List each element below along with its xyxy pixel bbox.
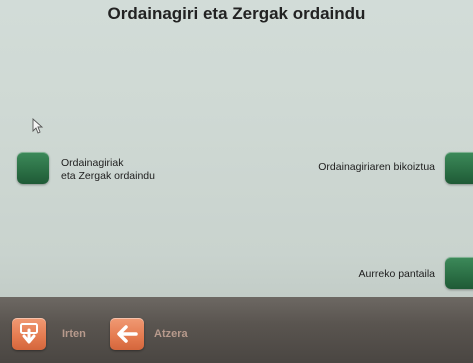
pay-receipts-label-line2: eta Zergak ordaindu [61,170,155,182]
receipt-duplicate-button[interactable] [445,152,473,184]
page-title: Ordainagiri eta Zergak ordaindu [107,4,366,23]
back-label: Atzera [154,328,188,340]
receipt-duplicate-label: Ordainagiriaren bikoiztua [318,161,435,173]
previous-screen-button[interactable] [445,257,473,289]
exit-arrow-down-icon [20,323,38,344]
exit-label: Irten [62,328,86,340]
back-button[interactable] [110,318,144,350]
previous-screen-label: Aurreko pantaila [358,268,435,280]
mouse-cursor-icon [32,118,44,134]
pay-receipts-label-line1: Ordainagiriak [61,157,124,169]
exit-button[interactable] [12,318,46,350]
arrow-left-icon [117,325,138,343]
atm-screen: Ordainagiri eta Zergak ordaindu Ordainag… [0,0,473,363]
pay-receipts-and-taxes-label: Ordainagiriak eta Zergak ordaindu [61,157,155,183]
pay-receipts-and-taxes-button[interactable] [17,152,49,184]
